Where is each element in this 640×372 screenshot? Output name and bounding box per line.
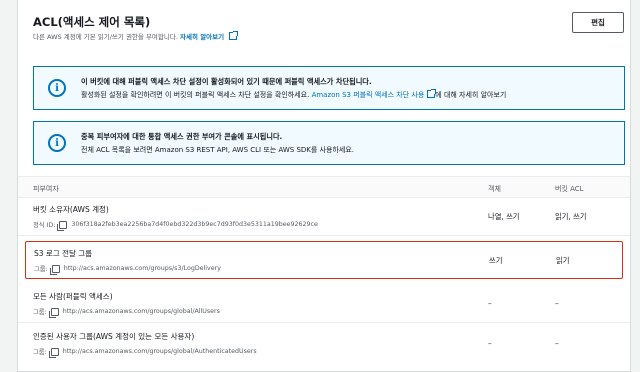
alert-body: 전체 ACL 목록을 보려면 Amazon S3 REST API, AWS C… <box>81 146 354 154</box>
grantee-id: 그룹: http://acs.amazonaws.com/groups/s3/L… <box>34 264 221 275</box>
alert-body-text: 활성화된 설정을 확인하려면 이 버킷의 퍼블릭 액세스 차단 설정을 확인하세… <box>81 91 312 99</box>
learn-more-link[interactable]: 자세히 알아보기 <box>180 33 224 41</box>
object-permission: 나열, 쓰기 <box>488 212 520 221</box>
id-label: 그룹: <box>33 309 47 316</box>
grantee-name: 버킷 소유자(AWS 계정) <box>33 205 109 214</box>
edit-button[interactable]: 편집 <box>572 12 624 33</box>
alert-body-suffix: 에 대해 자세히 알아보기 <box>435 91 507 99</box>
object-permission: – <box>488 299 492 308</box>
id-value: http://acs.amazonaws.com/groups/global/A… <box>62 348 257 355</box>
section-title: ACL(액세스 제어 목록) <box>33 15 151 29</box>
copy-icon[interactable] <box>48 347 59 358</box>
external-link-icon[interactable] <box>229 31 239 40</box>
column-bucket-acl: 버킷 ACL <box>555 185 584 193</box>
info-icon: i <box>48 134 66 152</box>
id-label: 그룹: <box>34 266 48 273</box>
external-link-icon[interactable] <box>427 89 437 98</box>
bucket-acl-permission: 읽기 <box>556 256 570 265</box>
copy-icon[interactable] <box>49 264 60 275</box>
grantee-name: 인증된 사용자 그룹(AWS 계정이 있는 모든 사용자) <box>33 332 195 341</box>
id-label: 정식 ID: <box>33 222 56 229</box>
section-subtitle: 다른 AWS 계정에 기본 읽기/쓰기 권한을 부여합니다. 자세히 알아보기 <box>33 31 239 41</box>
bucket-acl-permission: 읽기, 쓰기 <box>555 212 587 221</box>
alert-title: 중복 피부여자에 대한 통합 액세스 권한 부여가 콘솔에 표시됩니다. <box>81 132 283 141</box>
subtitle-text: 다른 AWS 계정에 기본 읽기/쓰기 권한을 부여합니다. <box>33 33 178 41</box>
table-row: 인증된 사용자 그룹(AWS 계정이 있는 모든 사용자) 그룹: http:/… <box>18 325 630 363</box>
public-access-alert: i 이 버킷에 대해 퍼블릭 액세스 차단 설정이 활성화되어 있기 때문에 퍼… <box>33 66 625 110</box>
id-value: http://acs.amazonaws.com/groups/s3/LogDe… <box>63 265 221 272</box>
block-public-access-link[interactable]: Amazon S3 퍼블릭 액세스 차단 사용 <box>312 91 425 99</box>
copy-icon[interactable] <box>57 220 68 231</box>
object-permission: 쓰기 <box>489 256 503 265</box>
grantee-id: 그룹: http://acs.amazonaws.com/groups/glob… <box>33 347 257 358</box>
grantee-id: 그룹: http://acs.amazonaws.com/groups/glob… <box>33 307 220 318</box>
alert-body: 활성화된 설정을 확인하려면 이 버킷의 퍼블릭 액세스 차단 설정을 확인하세… <box>81 89 507 100</box>
alert-title: 이 버킷에 대해 퍼블릭 액세스 차단 설정이 활성화되어 있기 때문에 퍼블릭… <box>81 77 372 86</box>
object-permission: – <box>488 339 492 348</box>
grantee-id: 정식 ID: 306f318a2feb3ea2256ba7d4f0ebd322d… <box>33 220 318 231</box>
table-row: 모든 사람(퍼블릭 액세스) 그룹: http://acs.amazonaws.… <box>18 285 630 323</box>
acl-panel: ACL(액세스 제어 목록) 다른 AWS 계정에 기본 읽기/쓰기 권한을 부… <box>17 0 631 372</box>
copy-icon[interactable] <box>48 307 59 318</box>
duplicate-grantee-alert: i 중복 피부여자에 대한 통합 액세스 권한 부여가 콘솔에 표시됩니다. 전… <box>33 121 625 165</box>
id-label: 그룹: <box>33 349 47 356</box>
grantee-name: S3 로그 전달 그룹 <box>34 249 93 258</box>
column-object: 객체 <box>488 185 501 193</box>
id-value: http://acs.amazonaws.com/groups/global/A… <box>62 308 220 315</box>
table-row: 버킷 소유자(AWS 계정) 정식 ID: 306f318a2feb3ea225… <box>18 198 630 236</box>
info-icon: i <box>48 79 66 97</box>
bucket-acl-permission: – <box>555 299 559 308</box>
column-grantee: 피부여자 <box>33 185 59 193</box>
bucket-acl-permission: – <box>555 339 559 348</box>
table-header: 피부여자 객체 버킷 ACL <box>18 176 630 198</box>
table-row-highlighted: S3 로그 전달 그룹 그룹: http://acs.amazonaws.com… <box>25 241 623 279</box>
id-value: 306f318a2feb3ea2256ba7d4f0ebd322d3b9ec7d… <box>71 221 318 228</box>
grantee-name: 모든 사람(퍼블릭 액세스) <box>33 292 113 301</box>
